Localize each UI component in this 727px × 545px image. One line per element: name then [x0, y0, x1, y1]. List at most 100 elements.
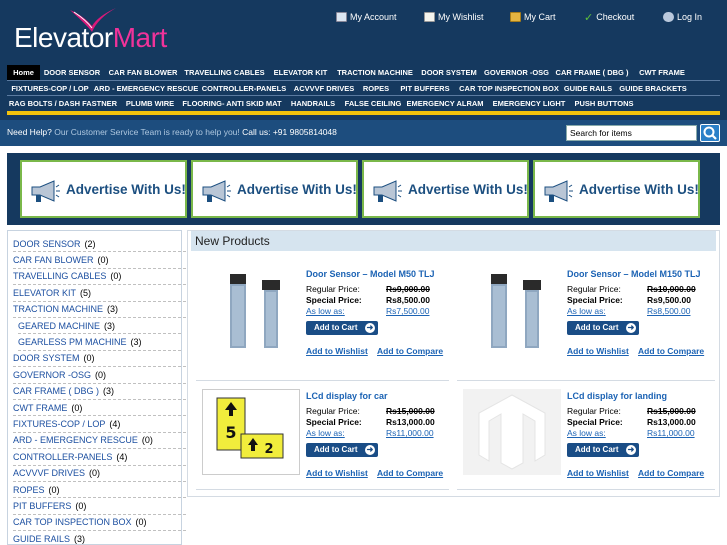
sidebar-item-door-system[interactable]: DOOR SYSTEM (0) [13, 351, 186, 368]
sidebar-item-fixtures[interactable]: FIXTURES-COP / LOP (4) [13, 416, 186, 433]
megaphone-icon [202, 180, 231, 202]
nav-traction-machine[interactable]: TRACTION MACHINE [334, 65, 416, 80]
product-image[interactable] [463, 266, 561, 352]
nav-guide-brackets[interactable]: GUIDE BRACKETS [615, 81, 691, 96]
sidebar-item-car-fan-blower[interactable]: CAR FAN BLOWER (0) [13, 252, 186, 269]
sidebar-item-acvvvf-drives[interactable]: ACVVVF DRIVES (0) [13, 466, 186, 482]
nav-car-top-inspection-box[interactable]: CAR TOP INSPECTION BOX [457, 81, 561, 96]
nav-rag-bolts[interactable]: RAG BOLTS / DASH FASTNER [7, 96, 119, 111]
sidebar-item-guide-rails[interactable]: GUIDE RAILS (3) [13, 531, 186, 545]
sidebar-item-car-frame[interactable]: CAR FRAME ( DBG ) (3) [13, 384, 186, 400]
as-low-as-row[interactable]: As low as: Rs11,000.00 [306, 428, 434, 438]
nav-pit-buffers[interactable]: PIT BUFFERS [393, 81, 457, 96]
nav-push-buttons[interactable]: PUSH BUTTONS [571, 96, 637, 111]
nav-travelling-cables[interactable]: TRAVELLING CABLES [182, 65, 267, 80]
product-name[interactable]: Door Sensor – Model M50 TLJ [306, 269, 435, 279]
sidebar-item-ropes[interactable]: ROPES (0) [13, 482, 186, 499]
sidebar-item-elevator-kit[interactable]: ELEVATOR KIT (5) [13, 285, 186, 302]
sidebar-item-ard-emergency-rescue[interactable]: ARD - EMERGENCY RESCUE (0) [13, 433, 186, 450]
product-name[interactable]: LCd display for landing [567, 391, 667, 401]
sidebar-item-traction-machine[interactable]: TRACTION MACHINE (3) [13, 302, 186, 318]
nav-door-sensor[interactable]: DOOR SENSOR [40, 65, 104, 80]
nav-plumb-wire[interactable]: PLUMB WIRE [119, 96, 181, 111]
my-wishlist-link[interactable]: My Wishlist [424, 10, 484, 24]
add-to-wishlist-link[interactable]: Add to Wishlist [567, 346, 629, 356]
ad-label: Advertise With Us! [66, 182, 186, 197]
add-to-wishlist-link[interactable]: Add to Wishlist [306, 468, 368, 478]
search-input[interactable] [566, 125, 697, 141]
add-to-cart-button[interactable]: Add to Cart ➜ [306, 321, 378, 335]
product-card: 5 2 LCd display for car Regular Price: Rs… [196, 388, 458, 504]
sidebar-item-door-sensor[interactable]: DOOR SENSOR (2) [13, 236, 186, 253]
nav-guide-rails[interactable]: GUIDE RAILS [561, 81, 615, 96]
sidebar-item-geared-machine[interactable]: GEARED MACHINE (3) [18, 318, 181, 335]
product-name[interactable]: LCd display for car [306, 391, 388, 401]
add-to-cart-button[interactable]: Add to Cart ➜ [567, 443, 639, 457]
nav-fixtures-cop-lop[interactable]: FIXTURES-COP / LOP [7, 81, 93, 96]
product-image[interactable] [463, 389, 561, 475]
as-low-as-row[interactable]: As low as: Rs11,000.00 [567, 428, 695, 438]
nav-elevator-kit[interactable]: ELEVATOR KIT [267, 65, 334, 80]
add-to-compare-link[interactable]: Add to Compare [377, 468, 443, 478]
add-to-compare-link[interactable]: Add to Compare [638, 346, 704, 356]
checkout-link[interactable]: ✓ Checkout [584, 10, 634, 24]
nav-car-fan-blower[interactable]: CAR FAN BLOWER [104, 65, 182, 80]
checkout-label: Checkout [596, 12, 635, 22]
product-image[interactable]: 5 2 [202, 389, 300, 475]
regular-price-row: Regular Price: Rs9,000.00 [306, 284, 430, 294]
sidebar-item-governor-osg[interactable]: GOVERNOR -OSG (0) [13, 367, 186, 384]
product-image[interactable] [202, 266, 300, 352]
checkmark-icon: ✓ [584, 11, 594, 24]
wishlist-note-icon [424, 12, 435, 22]
nav-car-frame[interactable]: CAR FRAME ( DBG ) [551, 65, 633, 80]
header: ElevatorMart My Account My Wishlist My C… [0, 0, 727, 120]
megaphone-icon [373, 180, 402, 202]
sidebar-item-cwt-frame[interactable]: CWT FRAME (0) [13, 400, 186, 417]
nav-handrails[interactable]: HANDRAILS [283, 96, 343, 111]
nav-controller-panels[interactable]: CONTROLLER-PANELS [199, 81, 289, 96]
add-to-cart-button[interactable]: Add to Cart ➜ [306, 443, 378, 457]
nav-ard-emergency-rescue[interactable]: ARD - EMERGENCY RESCUE [93, 81, 199, 96]
megaphone-icon [544, 180, 573, 202]
add-to-wishlist-link[interactable]: Add to Wishlist [567, 468, 629, 478]
sidebar-item-controller-panels[interactable]: CONTROLLER-PANELS (4) [13, 449, 186, 466]
sidebar-item-travelling-cables[interactable]: TRAVELLING CABLES (0) [13, 269, 186, 286]
call-us-text: Call us: +91 9805814048 [239, 127, 337, 137]
my-account-link[interactable]: My Account [336, 10, 397, 24]
add-to-cart-button[interactable]: Add to Cart ➜ [567, 321, 639, 335]
ad-banner[interactable]: Advertise With Us! [362, 160, 529, 218]
add-to-compare-link[interactable]: Add to Compare [638, 468, 704, 478]
sidebar-item-pit-buffers[interactable]: PIT BUFFERS (0) [13, 498, 186, 515]
nav-door-system[interactable]: DOOR SYSTEM [416, 65, 482, 80]
product-card: Door Sensor – Model M150 TLJ Regular Pri… [457, 266, 719, 382]
product-name[interactable]: Door Sensor – Model M150 TLJ [567, 269, 701, 279]
add-to-wishlist-link[interactable]: Add to Wishlist [306, 346, 368, 356]
login-link[interactable]: Log In [663, 10, 702, 24]
nav-emergency-alram[interactable]: EMERGENCY ALRAM [403, 96, 487, 111]
display-digit: 5 [225, 423, 236, 442]
logo-text-elevator: Elevator [14, 22, 113, 53]
add-to-compare-link[interactable]: Add to Compare [377, 346, 443, 356]
nav-cwt-frame[interactable]: CWT FRAME [633, 65, 691, 80]
nav-acvvvf-drives[interactable]: ACVVVF DRIVES [289, 81, 359, 96]
section-heading: New Products [191, 231, 716, 251]
nav-home[interactable]: Home [7, 65, 40, 80]
nav-emergency-light[interactable]: EMERGENCY LIGHT [487, 96, 571, 111]
ad-banner[interactable]: Advertise With Us! [533, 160, 700, 218]
arrow-right-icon: ➜ [365, 445, 375, 455]
nav-ropes[interactable]: ROPES [359, 81, 393, 96]
sidebar-item-gearless-pm-machine[interactable]: GEARLESS PM MACHINE (3) [18, 334, 181, 351]
as-low-as-row[interactable]: As low as: Rs8,500.00 [567, 306, 690, 316]
my-wishlist-label: My Wishlist [438, 12, 484, 22]
my-cart-link[interactable]: My Cart [510, 10, 556, 24]
nav-false-ceiling[interactable]: FALSE CEILING [343, 96, 403, 111]
ad-banner[interactable]: Advertise With Us! [191, 160, 358, 218]
ad-banner[interactable]: Advertise With Us! [20, 160, 187, 218]
sidebar-item-car-top-inspection-box[interactable]: CAR TOP INSPECTION BOX (0) [13, 515, 186, 532]
as-low-as-row[interactable]: As low as: Rs7,500.00 [306, 306, 429, 316]
site-logo[interactable]: ElevatorMart [14, 22, 167, 62]
nav-governor-osg[interactable]: GOVERNOR -OSG [482, 65, 551, 80]
nav-flooring-anti-skid-mat[interactable]: FLOORING- ANTI SKID MAT [181, 96, 283, 111]
search-button[interactable] [700, 124, 720, 142]
logo-text-mart: Mart [112, 22, 168, 53]
